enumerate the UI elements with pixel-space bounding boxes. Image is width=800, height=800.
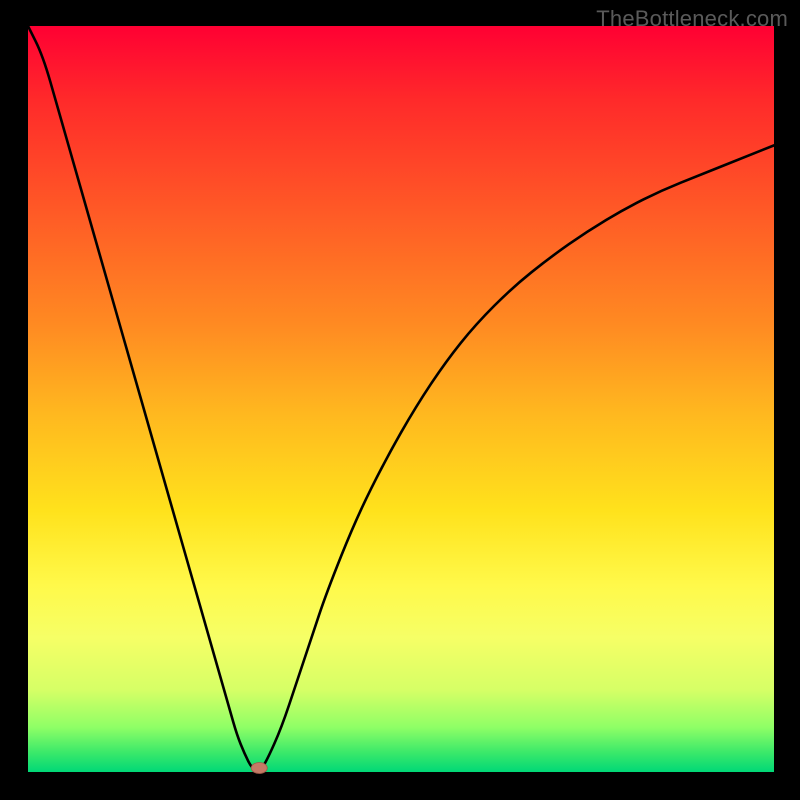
chart-svg-layer bbox=[28, 26, 774, 772]
curve-minimum-marker-icon bbox=[251, 763, 267, 774]
bottleneck-curve bbox=[28, 26, 774, 771]
chart-frame: TheBottleneck.com bbox=[0, 0, 800, 800]
chart-plot-area bbox=[28, 26, 774, 772]
